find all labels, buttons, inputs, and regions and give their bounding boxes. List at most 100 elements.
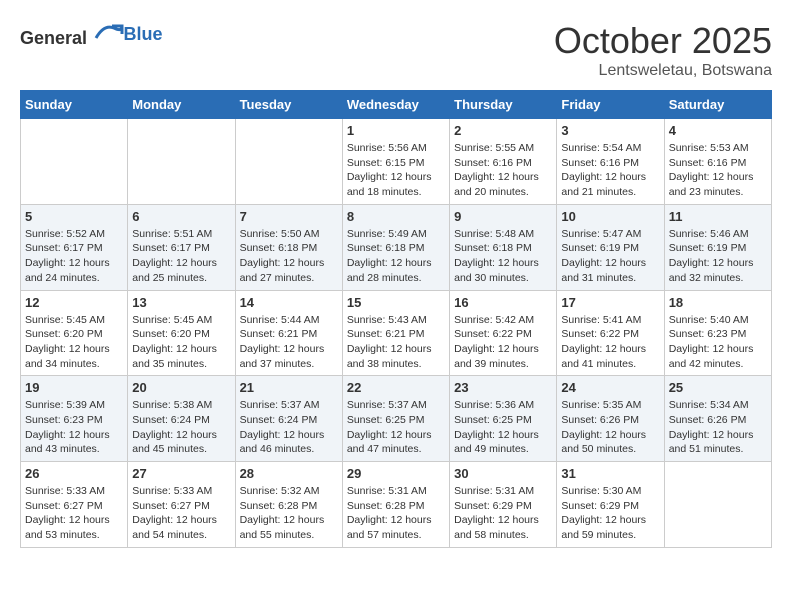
day-info: Sunrise: 5:31 AM Sunset: 6:29 PM Dayligh… (454, 484, 552, 543)
day-info: Sunrise: 5:33 AM Sunset: 6:27 PM Dayligh… (132, 484, 230, 543)
day-cell: 30Sunrise: 5:31 AM Sunset: 6:29 PM Dayli… (450, 462, 557, 548)
day-info: Sunrise: 5:51 AM Sunset: 6:17 PM Dayligh… (132, 227, 230, 286)
day-cell (664, 462, 771, 548)
day-info: Sunrise: 5:50 AM Sunset: 6:18 PM Dayligh… (240, 227, 338, 286)
day-info: Sunrise: 5:37 AM Sunset: 6:24 PM Dayligh… (240, 398, 338, 457)
day-info: Sunrise: 5:34 AM Sunset: 6:26 PM Dayligh… (669, 398, 767, 457)
day-cell: 8Sunrise: 5:49 AM Sunset: 6:18 PM Daylig… (342, 204, 449, 290)
day-cell: 25 Sunrise: 5:34 AM Sunset: 6:26 PM Dayli… (664, 376, 771, 462)
day-info: Sunrise: 5:40 AM Sunset: 6:23 PM Dayligh… (669, 313, 767, 372)
day-cell: 2 Sunrise: 5:55 AM Sunset: 6:16 PM Daylig… (450, 119, 557, 205)
day-number: 19 (25, 380, 123, 395)
day-number: 15 (347, 295, 445, 310)
header-day-sunday: Sunday (21, 91, 128, 119)
week-row-1: 1 Sunrise: 5:56 AM Sunset: 6:15 PM Daylig… (21, 119, 772, 205)
day-number: 1 (347, 123, 445, 138)
day-number: 22 (347, 380, 445, 395)
day-number: 29 (347, 466, 445, 481)
day-info: Sunrise: 5:41 AM Sunset: 6:22 PM Dayligh… (561, 313, 659, 372)
header-day-friday: Friday (557, 91, 664, 119)
day-cell (21, 119, 128, 205)
day-number: 12 (25, 295, 123, 310)
day-info: Sunrise: 5:33 AM Sunset: 6:27 PM Dayligh… (25, 484, 123, 543)
day-cell: 14 Sunrise: 5:44 AM Sunset: 6:21 PM Dayli… (235, 290, 342, 376)
week-row-4: 19 Sunrise: 5:39 AM Sunset: 6:23 PM Dayli… (21, 376, 772, 462)
day-cell: 1 Sunrise: 5:56 AM Sunset: 6:15 PM Daylig… (342, 119, 449, 205)
day-info: Sunrise: 5:36 AM Sunset: 6:25 PM Dayligh… (454, 398, 552, 457)
day-number: 31 (561, 466, 659, 481)
day-info: Sunrise: 5:30 AM Sunset: 6:29 PM Dayligh… (561, 484, 659, 543)
day-cell: 13 Sunrise: 5:45 AM Sunset: 6:20 PM Dayli… (128, 290, 235, 376)
day-cell: 21 Sunrise: 5:37 AM Sunset: 6:24 PM Dayli… (235, 376, 342, 462)
day-info: Sunrise: 5:35 AM Sunset: 6:26 PM Dayligh… (561, 398, 659, 457)
day-info: Sunrise: 5:43 AM Sunset: 6:21 PM Dayligh… (347, 313, 445, 372)
day-number: 14 (240, 295, 338, 310)
day-info: Sunrise: 5:37 AM Sunset: 6:25 PM Dayligh… (347, 398, 445, 457)
day-number: 16 (454, 295, 552, 310)
day-number: 21 (240, 380, 338, 395)
day-cell: 7 Sunrise: 5:50 AM Sunset: 6:18 PM Daylig… (235, 204, 342, 290)
day-cell: 16Sunrise: 5:42 AM Sunset: 6:22 PM Dayli… (450, 290, 557, 376)
day-cell: 23 Sunrise: 5:36 AM Sunset: 6:25 PM Dayli… (450, 376, 557, 462)
day-cell: 4 Sunrise: 5:53 AM Sunset: 6:16 PM Daylig… (664, 119, 771, 205)
calendar-table: SundayMondayTuesdayWednesdayThursdayFrid… (20, 90, 772, 548)
day-info: Sunrise: 5:32 AM Sunset: 6:28 PM Dayligh… (240, 484, 338, 543)
day-number: 3 (561, 123, 659, 138)
day-number: 4 (669, 123, 767, 138)
day-cell: 28Sunrise: 5:32 AM Sunset: 6:28 PM Dayli… (235, 462, 342, 548)
day-cell: 9 Sunrise: 5:48 AM Sunset: 6:18 PM Daylig… (450, 204, 557, 290)
day-number: 25 (669, 380, 767, 395)
day-info: Sunrise: 5:45 AM Sunset: 6:20 PM Dayligh… (25, 313, 123, 372)
day-cell: 31 Sunrise: 5:30 AM Sunset: 6:29 PM Dayli… (557, 462, 664, 548)
day-number: 20 (132, 380, 230, 395)
day-cell: 6 Sunrise: 5:51 AM Sunset: 6:17 PM Daylig… (128, 204, 235, 290)
day-cell: 12 Sunrise: 5:45 AM Sunset: 6:20 PM Dayli… (21, 290, 128, 376)
day-number: 24 (561, 380, 659, 395)
day-info: Sunrise: 5:45 AM Sunset: 6:20 PM Dayligh… (132, 313, 230, 372)
header-day-tuesday: Tuesday (235, 91, 342, 119)
day-number: 5 (25, 209, 123, 224)
day-cell: 5 Sunrise: 5:52 AM Sunset: 6:17 PM Daylig… (21, 204, 128, 290)
day-cell: 20 Sunrise: 5:38 AM Sunset: 6:24 PM Dayli… (128, 376, 235, 462)
day-number: 27 (132, 466, 230, 481)
day-cell: 15 Sunrise: 5:43 AM Sunset: 6:21 PM Dayli… (342, 290, 449, 376)
day-number: 8 (347, 209, 445, 224)
day-info: Sunrise: 5:48 AM Sunset: 6:18 PM Dayligh… (454, 227, 552, 286)
day-info: Sunrise: 5:39 AM Sunset: 6:23 PM Dayligh… (25, 398, 123, 457)
calendar-header-row: SundayMondayTuesdayWednesdayThursdayFrid… (21, 91, 772, 119)
day-cell (128, 119, 235, 205)
logo: General Blue (20, 20, 163, 49)
day-number: 10 (561, 209, 659, 224)
day-info: Sunrise: 5:46 AM Sunset: 6:19 PM Dayligh… (669, 227, 767, 286)
day-number: 11 (669, 209, 767, 224)
day-number: 23 (454, 380, 552, 395)
week-row-2: 5 Sunrise: 5:52 AM Sunset: 6:17 PM Daylig… (21, 204, 772, 290)
location-title: Lentsweletau, Botswana (554, 62, 772, 80)
day-cell: 11 Sunrise: 5:46 AM Sunset: 6:19 PM Dayli… (664, 204, 771, 290)
day-info: Sunrise: 5:44 AM Sunset: 6:21 PM Dayligh… (240, 313, 338, 372)
week-row-3: 12 Sunrise: 5:45 AM Sunset: 6:20 PM Dayli… (21, 290, 772, 376)
day-cell: 27 Sunrise: 5:33 AM Sunset: 6:27 PM Dayli… (128, 462, 235, 548)
day-info: Sunrise: 5:55 AM Sunset: 6:16 PM Dayligh… (454, 141, 552, 200)
header-day-thursday: Thursday (450, 91, 557, 119)
month-title: October 2025 (554, 20, 772, 62)
day-number: 2 (454, 123, 552, 138)
day-info: Sunrise: 5:38 AM Sunset: 6:24 PM Dayligh… (132, 398, 230, 457)
day-number: 18 (669, 295, 767, 310)
week-row-5: 26Sunrise: 5:33 AM Sunset: 6:27 PM Dayli… (21, 462, 772, 548)
day-cell: 19 Sunrise: 5:39 AM Sunset: 6:23 PM Dayli… (21, 376, 128, 462)
day-number: 13 (132, 295, 230, 310)
logo-blue: Blue (124, 24, 163, 44)
day-info: Sunrise: 5:56 AM Sunset: 6:15 PM Dayligh… (347, 141, 445, 200)
day-number: 17 (561, 295, 659, 310)
day-number: 9 (454, 209, 552, 224)
day-info: Sunrise: 5:31 AM Sunset: 6:28 PM Dayligh… (347, 484, 445, 543)
day-info: Sunrise: 5:53 AM Sunset: 6:16 PM Dayligh… (669, 141, 767, 200)
logo-general: General (20, 28, 87, 48)
header-day-monday: Monday (128, 91, 235, 119)
day-number: 7 (240, 209, 338, 224)
day-info: Sunrise: 5:52 AM Sunset: 6:17 PM Dayligh… (25, 227, 123, 286)
day-cell: 18 Sunrise: 5:40 AM Sunset: 6:23 PM Dayli… (664, 290, 771, 376)
day-number: 6 (132, 209, 230, 224)
day-cell: 22 Sunrise: 5:37 AM Sunset: 6:25 PM Dayli… (342, 376, 449, 462)
